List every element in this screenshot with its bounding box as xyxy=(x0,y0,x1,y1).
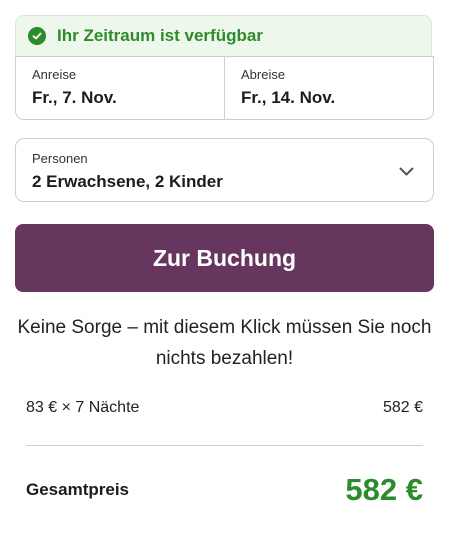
arrival-value: Fr., 7. Nov. xyxy=(32,88,117,107)
total-label: Gesamtpreis xyxy=(26,480,129,499)
departure-value: Fr., 14. Nov. xyxy=(241,88,336,107)
availability-banner: Ihr Zeitraum ist verfügbar xyxy=(15,15,432,56)
check-circle-icon xyxy=(28,27,46,45)
nights-value: 582 € xyxy=(382,399,423,416)
date-selector: Anreise Fr., 7. Nov. Abreise Fr., 14. No… xyxy=(15,56,434,120)
persons-value: 2 Erwachsene, 2 Kinder xyxy=(32,172,223,191)
arrival-date-field[interactable]: Anreise Fr., 7. Nov. xyxy=(16,57,224,119)
arrival-label: Anreise xyxy=(32,67,77,82)
payment-note: Keine Sorge – mit diesem Klick müssen Si… xyxy=(17,317,432,369)
persons-select[interactable]: Personen 2 Erwachsene, 2 Kinder xyxy=(15,138,434,202)
total-price-row: Gesamtpreis 582 € xyxy=(26,470,423,510)
persons-label: Personen xyxy=(32,151,88,166)
total-value: 582 € xyxy=(345,472,423,507)
chevron-down-icon xyxy=(399,164,414,182)
price-divider xyxy=(26,445,423,446)
book-button[interactable]: Zur Buchung xyxy=(15,224,434,292)
departure-label: Abreise xyxy=(241,67,286,82)
departure-date-field[interactable]: Abreise Fr., 14. Nov. xyxy=(224,57,433,119)
availability-text: Ihr Zeitraum ist verfügbar xyxy=(57,26,263,45)
nights-label: 83 € × 7 Nächte xyxy=(26,399,140,416)
nights-price-row: 83 € × 7 Nächte 582 € xyxy=(26,399,423,417)
